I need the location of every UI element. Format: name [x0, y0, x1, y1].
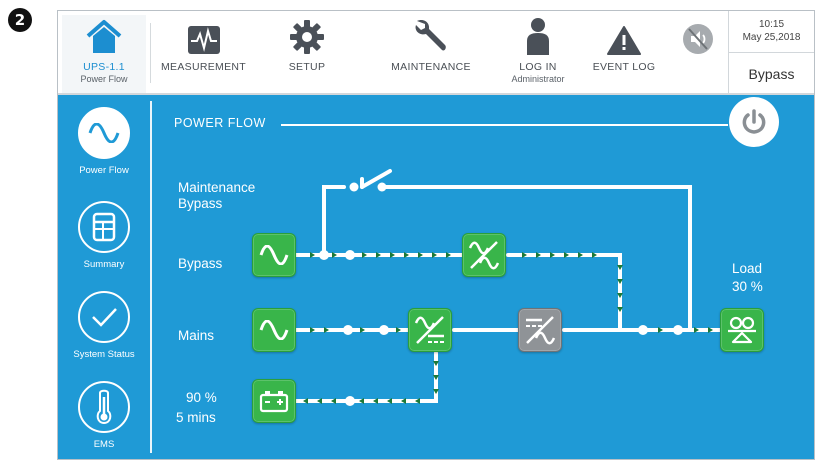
nav-item-power-flow[interactable]: UPS-1.1 Power Flow [62, 15, 146, 93]
maintenance-bypass-label-line1: Maintenance [178, 180, 256, 195]
maintenance-bypass-label-line2: Bypass [178, 196, 223, 211]
ups-touch-screen: UPS-1.1 Power Flow MEASUREMENT SETUP MAI… [57, 10, 815, 460]
power-flow-panel: Power Flow Summary System Status EMS POW… [58, 95, 814, 459]
clock-date: May 25,2018 [742, 32, 801, 43]
gear-icon [290, 20, 324, 54]
bypass-source-block[interactable] [252, 233, 296, 277]
nav-item-measurement[interactable]: MEASUREMENT [156, 15, 251, 93]
sine-wave-icon [259, 245, 289, 265]
mains-source-block[interactable] [252, 308, 296, 352]
user-icon [527, 18, 549, 55]
nav-item-login[interactable]: LOG IN Administrator [495, 15, 581, 93]
clock-time: 10:15 [758, 19, 785, 30]
nav-item-setup[interactable]: SETUP [272, 15, 342, 93]
mains-label: Mains [178, 328, 215, 343]
top-navigation-bar: UPS-1.1 Power Flow MEASUREMENT SETUP MAI… [58, 11, 814, 95]
nav-label-setup: SETUP [288, 61, 326, 73]
ac-ac-converter-icon [468, 241, 500, 270]
mute-icon [683, 24, 713, 54]
rectifier-icon [414, 316, 444, 344]
battery-icon [259, 391, 289, 413]
home-icon [86, 20, 122, 53]
power-flow-lines [294, 169, 722, 406]
nav-label-ups: UPS-1.1 [83, 61, 125, 73]
inverter-icon [526, 316, 556, 345]
load-icon [728, 316, 756, 344]
nav-item-mute[interactable] [676, 15, 720, 93]
load-title-label: Load [732, 261, 763, 276]
clock-panel: 10:15 May 25,2018 [728, 11, 814, 53]
nav-label-login: LOG IN [519, 61, 557, 73]
bypass-label: Bypass [178, 256, 223, 271]
load-block[interactable] [720, 308, 764, 352]
nav-item-maintenance[interactable]: MAINTENANCE [376, 15, 486, 93]
battery-block[interactable] [252, 379, 296, 423]
static-bypass-switch-block[interactable] [462, 233, 506, 277]
maintenance-bypass-label: Maintenance Bypass [178, 180, 255, 212]
sine-wave-icon [259, 320, 289, 340]
nav-sublabel-administrator: Administrator [511, 74, 565, 84]
nav-label-event-log: EVENT LOG [592, 61, 656, 73]
waveform-icon [187, 26, 220, 54]
nav-label-maintenance: MAINTENANCE [391, 61, 471, 73]
warning-icon [607, 26, 641, 55]
nav-divider [150, 23, 151, 83]
step-number-badge: 2 [8, 8, 32, 32]
wrench-icon [415, 19, 446, 51]
battery-charge-label: 90 % [186, 390, 217, 405]
inverter-block[interactable] [518, 308, 562, 352]
nav-item-event-log[interactable]: EVENT LOG [584, 15, 664, 93]
nav-label-measurement: MEASUREMENT [161, 61, 246, 73]
operating-mode-indicator: Bypass [728, 53, 814, 95]
load-value-label: 30 % [732, 279, 763, 294]
battery-time-label: 5 mins [176, 410, 216, 425]
rectifier-block[interactable] [408, 308, 452, 352]
nav-sublabel-power-flow: Power Flow [80, 74, 128, 84]
